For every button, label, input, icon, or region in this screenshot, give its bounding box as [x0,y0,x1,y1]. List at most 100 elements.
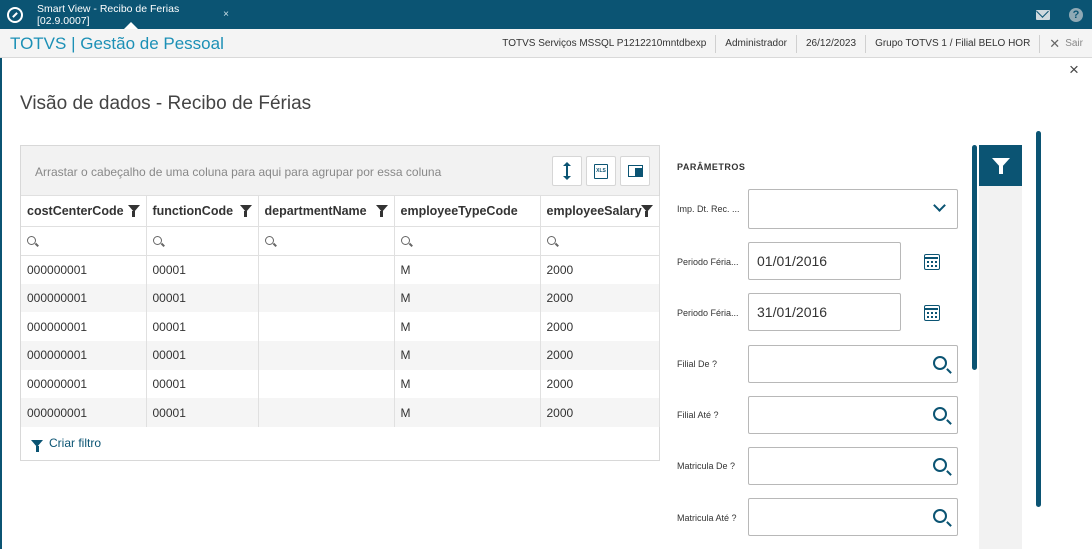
table-cell: 2000 [540,255,660,284]
search-icon[interactable] [933,509,947,523]
table-cell [258,341,395,370]
table-cell [258,369,395,399]
table-row[interactable]: 000000001 00001 M 2000 [21,341,660,370]
page-title: Visão de dados - Recibo de Férias [20,93,312,114]
export-xls-button[interactable]: XLS [586,156,616,186]
table-row[interactable]: 000000001 00001 M 2000 [21,312,660,342]
xls-icon: XLS [594,163,608,179]
table-cell [258,283,395,313]
matricula-ate-input[interactable] [748,498,958,536]
exit-button[interactable]: ✕ Sair [1040,35,1092,53]
column-search-cell[interactable] [258,226,395,256]
table-cell [258,312,395,342]
search-icon [546,235,556,245]
periodo-ferias-ate-input[interactable]: 31/01/2016 [748,293,901,331]
table-cell: M [394,369,541,399]
table-cell: M [394,341,541,370]
param-label: Periodo Féria... [677,257,739,267]
table-cell: 00001 [146,369,259,399]
filter-icon [31,439,43,452]
close-icon: ✕ [1049,35,1061,51]
table-cell [258,398,395,428]
periodo-ferias-de-input[interactable]: 01/01/2016 [748,242,901,280]
table-cell: M [394,283,541,313]
table-cell: M [394,312,541,342]
search-icon[interactable] [933,407,947,421]
param-label: Imp. Dt. Rec. ... [677,204,740,214]
matricula-de-input[interactable] [748,447,958,485]
column-header[interactable]: employeeTypeCode [394,196,541,227]
page-scrollbar[interactable] [1036,131,1041,507]
column-header[interactable]: costCenterCode [21,196,147,227]
table-cell: 00001 [146,283,259,313]
calendar-icon[interactable] [924,305,940,321]
help-icon[interactable]: ? [1060,0,1092,29]
search-icon [400,235,410,245]
table-cell: 2000 [540,283,660,313]
filial-de-input[interactable] [748,345,958,383]
column-header-label: employeeSalary [546,203,642,218]
branch-info: Grupo TOTVS 1 / Filial BELO HOR [866,34,1041,53]
top-bar: Smart View - Recibo de Ferias [02.9.0007… [0,0,1092,29]
imp-dt-rec-select[interactable] [748,189,958,229]
mail-icon[interactable] [1027,0,1059,29]
table-cell: 000000001 [21,341,147,370]
filter-icon[interactable] [375,205,388,217]
table-cell: 000000001 [21,255,147,284]
column-header-label: departmentName [264,203,367,218]
app-title: TOTVS | Gestão de Pessoal [10,34,224,53]
search-icon [264,235,274,245]
table-row[interactable]: 000000001 00001 M 2000 [21,255,660,284]
table-cell: 000000001 [21,312,147,342]
exit-label: Sair [1065,38,1083,49]
column-search-cell[interactable] [540,226,660,256]
user-info: Administrador [716,34,797,53]
filter-side-panel [979,145,1022,549]
tab-close-icon[interactable]: × [223,9,229,20]
column-header[interactable]: employeeSalary [540,196,660,227]
header-row: costCenterCode functionCode departmentNa… [21,196,660,227]
group-panel: Arrastar o cabeçalho de uma coluna para … [21,146,659,196]
param-label: Filial De ? [677,359,718,369]
search-icon[interactable] [933,356,947,370]
table-row[interactable]: 000000001 00001 M 2000 [21,398,660,428]
column-search-cell[interactable] [394,226,541,256]
group-hint: Arrastar o cabeçalho de uma coluna para … [35,165,442,179]
column-header[interactable]: functionCode [146,196,259,227]
columns-icon [627,165,643,177]
column-header-label: costCenterCode [27,203,124,218]
table-cell: 2000 [540,398,660,428]
totvs-logo-icon[interactable] [0,0,30,29]
search-icon[interactable] [933,458,947,472]
create-filter-label: Criar filtro [49,436,102,450]
filter-icon[interactable] [239,205,252,217]
column-header-label: employeeTypeCode [400,203,518,218]
search-row [21,226,660,256]
column-search-cell[interactable] [21,226,147,256]
calendar-icon[interactable] [924,254,940,270]
table-row[interactable]: 000000001 00001 M 2000 [21,369,660,399]
create-filter-button[interactable]: Criar filtro [31,436,102,452]
params-scrollbar[interactable] [972,145,977,370]
param-label: Matricula Até ? [677,513,737,523]
column-search-cell[interactable] [146,226,259,256]
table-row[interactable]: 000000001 00001 M 2000 [21,283,660,313]
close-dialog-icon[interactable]: × [1069,60,1079,80]
table-cell: 00001 [146,341,259,370]
grid-table: costCenterCode functionCode departmentNa… [21,196,660,428]
filter-icon[interactable] [640,205,653,217]
filter-icon[interactable] [127,205,140,217]
filter-toggle-button[interactable] [979,145,1022,186]
table-cell: 000000001 [21,398,147,428]
funnel-icon [991,157,1010,175]
data-grid: Arrastar o cabeçalho de uma coluna para … [20,145,660,461]
app-header: TOTVS | Gestão de Pessoal TOTVS Serviços… [0,29,1092,58]
sort-button[interactable] [552,156,582,186]
column-chooser-button[interactable] [620,156,650,186]
filial-ate-input[interactable] [748,396,958,434]
column-header[interactable]: departmentName [258,196,395,227]
table-cell: 00001 [146,312,259,342]
table-cell: 2000 [540,312,660,342]
search-icon [152,235,162,245]
table-cell: 00001 [146,398,259,428]
